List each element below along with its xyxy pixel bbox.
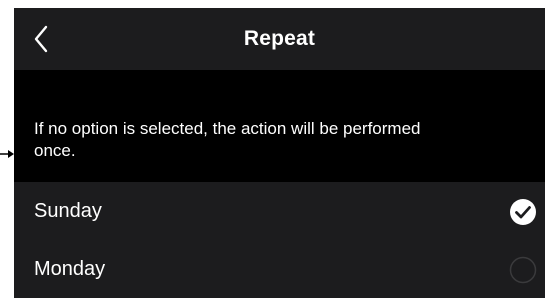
- info-section: If no option is selected, the action wil…: [14, 70, 545, 182]
- day-option-monday[interactable]: Monday: [14, 240, 545, 298]
- back-button[interactable]: [24, 19, 58, 59]
- page-title: Repeat: [243, 27, 316, 50]
- checkmark-circle-icon: [510, 199, 536, 225]
- day-list: Sunday Monday: [14, 182, 545, 298]
- empty-circle-icon: [509, 256, 537, 284]
- navigation-bar: Repeat: [14, 8, 545, 70]
- pointer-arrow-icon: [0, 147, 14, 159]
- day-label: Monday: [34, 258, 106, 280]
- repeat-screen: Repeat If no option is selected, the act…: [14, 8, 545, 298]
- day-label: Sunday: [34, 200, 102, 222]
- info-text: If no option is selected, the action wil…: [34, 119, 421, 160]
- day-option-sunday[interactable]: Sunday: [14, 182, 545, 240]
- chevron-left-icon: [34, 25, 48, 53]
